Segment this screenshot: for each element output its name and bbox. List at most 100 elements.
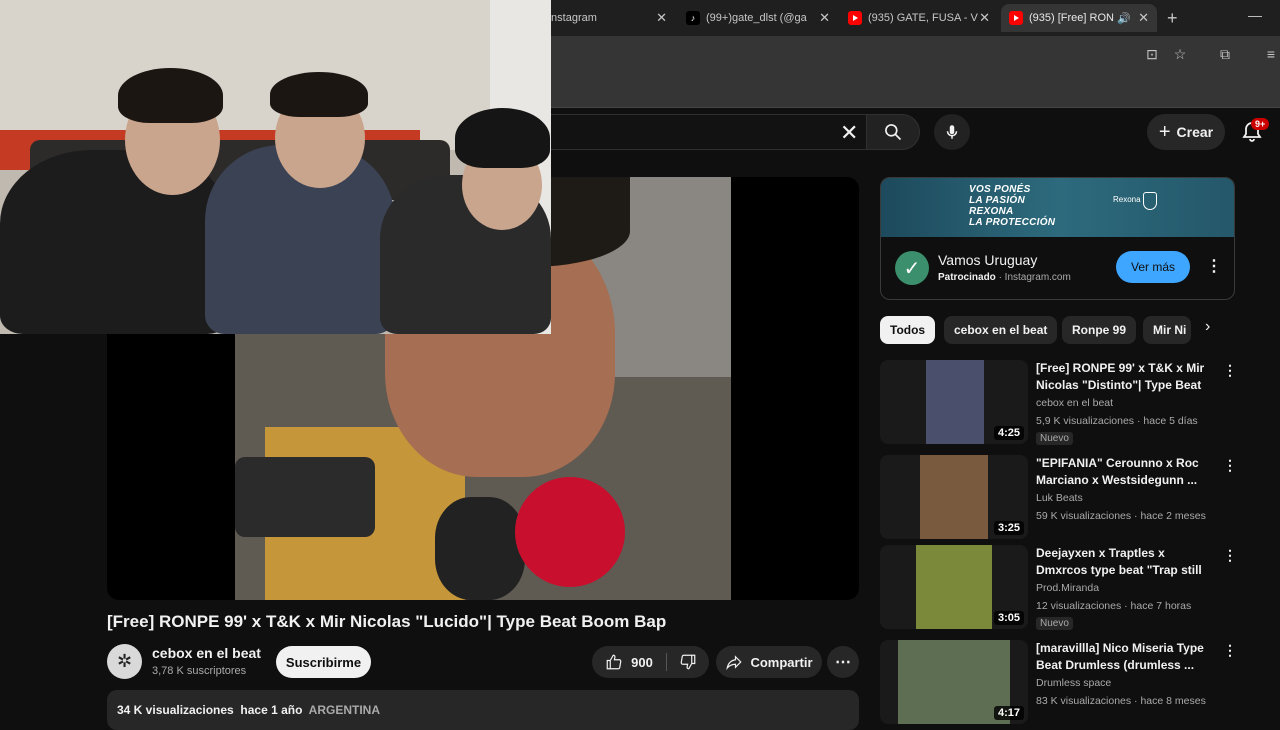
tab-label: (935) [Free] RON	[1029, 12, 1114, 24]
chip-mir-nicolas[interactable]: Mir Ni	[1143, 316, 1191, 344]
list-item[interactable]: 3:05 Deejayxen x Traptles x Dmxrcos type…	[880, 545, 1237, 633]
video-thumbnail[interactable]: 4:25	[880, 360, 1028, 444]
more-actions-button[interactable]: ⋯	[827, 646, 859, 678]
duration-badge: 3:25	[993, 521, 1024, 535]
sponsored-label: Patrocinado	[938, 272, 996, 283]
reading-list-icon[interactable]: ≡	[1262, 46, 1280, 64]
subscribe-button[interactable]: Suscribirme	[276, 646, 371, 678]
ad-sponsor-line: Patrocinado · Instagram.com	[938, 272, 1071, 283]
ad-banner-line: REXONA	[969, 206, 1014, 217]
clear-search-icon[interactable]: ✕	[840, 120, 858, 146]
chip-todos[interactable]: Todos	[880, 316, 936, 344]
new-badge: Nuevo	[1036, 617, 1073, 630]
channel-name[interactable]: Drumless space	[1036, 677, 1111, 689]
chevron-right-icon[interactable]: ›	[1205, 318, 1210, 336]
like-count: 900	[631, 654, 653, 670]
kebab-menu-icon[interactable]: ⋮	[1206, 256, 1222, 276]
list-item[interactable]: 4:17 [maravillla] Nico Miseria Type Beat…	[880, 640, 1237, 728]
list-item[interactable]: 4:25 [Free] RONPE 99' x T&K x Mir Nicola…	[880, 360, 1237, 448]
duration-badge: 4:25	[993, 426, 1024, 440]
new-tab-button[interactable]: +	[1167, 8, 1178, 29]
video-title[interactable]: [maravillla] Nico Miseria Type Beat Drum…	[1036, 640, 1212, 674]
close-icon[interactable]: ✕	[979, 10, 990, 26]
extensions-icon[interactable]: ⧉	[1216, 46, 1234, 64]
search-button[interactable]	[866, 114, 920, 150]
video-thumbnail[interactable]: 3:05	[880, 545, 1028, 629]
ad-banner: VOS PONÉS LA PASIÓN REXONA LA PROTECCIÓN…	[881, 178, 1234, 237]
kebab-menu-icon[interactable]: ⋮	[1223, 362, 1237, 379]
close-icon[interactable]: ✕	[1138, 10, 1149, 26]
close-icon[interactable]: ✕	[656, 10, 667, 26]
upload-age: hace 1 año	[240, 703, 303, 717]
search-input[interactable]	[540, 114, 868, 150]
create-button[interactable]: + Crear	[1147, 114, 1225, 150]
ad-title: Vamos Uruguay	[938, 252, 1038, 268]
install-icon[interactable]: ⊡	[1143, 46, 1161, 64]
youtube-icon	[1009, 11, 1023, 25]
tab-label: Instagram	[548, 12, 597, 24]
close-icon[interactable]: ✕	[819, 10, 830, 26]
video-meta: 5,9 K visualizaciones · hace 5 días	[1036, 415, 1198, 427]
new-badge: Nuevo	[1036, 432, 1073, 445]
like-dislike-group: 900	[592, 646, 709, 678]
channel-name[interactable]: Prod.Miranda	[1036, 582, 1099, 594]
search-icon	[885, 124, 902, 141]
kebab-menu-icon[interactable]: ⋮	[1223, 457, 1237, 474]
location-tag[interactable]: ARGENTINA	[309, 703, 380, 717]
view-count: 34 K visualizaciones	[117, 703, 234, 717]
description-box[interactable]: 34 K visualizaciones hace 1 año ARGENTIN…	[107, 690, 859, 730]
microphone-icon	[946, 125, 958, 139]
tab-label: (99+)gate_dlst (@ga	[706, 12, 807, 24]
video-title[interactable]: "EPIFANIA" Cerounno x Roc Marciano x Wes…	[1036, 455, 1212, 489]
kebab-menu-icon[interactable]: ⋮	[1223, 547, 1237, 564]
video-title[interactable]: [Free] RONPE 99' x T&K x Mir Nicolas "Di…	[1036, 360, 1212, 394]
video-thumbnail[interactable]: 4:17	[880, 640, 1028, 724]
like-button[interactable]: 900	[592, 646, 666, 678]
share-button[interactable]: Compartir	[716, 646, 822, 678]
channel-name[interactable]: cebox en el beat	[1036, 397, 1113, 409]
video-thumbnail[interactable]: 3:25	[880, 455, 1028, 539]
duration-badge: 3:05	[993, 611, 1024, 625]
notifications-badge: 9+	[1251, 118, 1270, 130]
share-icon	[726, 655, 743, 671]
sponsored-ad-card[interactable]: VOS PONÉS LA PASIÓN REXONA LA PROTECCIÓN…	[880, 177, 1235, 300]
channel-name[interactable]: Luk Beats	[1036, 492, 1083, 504]
kebab-menu-icon[interactable]: ⋮	[1223, 642, 1237, 659]
divider	[666, 653, 667, 671]
video-title[interactable]: Deejayxen x Traptles x Dmxrcos type beat…	[1036, 545, 1212, 579]
video-meta: 59 K visualizaciones · hace 2 meses	[1036, 510, 1206, 522]
ad-banner-line: LA PROTECCIÓN	[969, 217, 1056, 228]
ad-brand-logo: Rexona	[1113, 195, 1141, 204]
thumbs-down-icon	[680, 654, 696, 670]
tab-instagram[interactable]: Instagram ✕	[540, 4, 675, 32]
dislike-button[interactable]	[668, 646, 708, 678]
plus-icon: +	[1158, 120, 1171, 143]
video-meta: 83 K visualizaciones · hace 8 meses	[1036, 695, 1206, 707]
ad-banner-line: VOS PONÉS	[969, 184, 1031, 195]
video-title: [Free] RONPE 99' x T&K x Mir Nicolas "Lu…	[107, 612, 667, 631]
tab-tiktok[interactable]: ♪ (99+)gate_dlst (@ga ✕	[678, 4, 838, 32]
ad-cta-button[interactable]: Ver más	[1116, 251, 1190, 283]
minimize-button[interactable]: —	[1248, 7, 1262, 23]
tab-label: (935) GATE, FUSA - V	[868, 12, 978, 24]
tab-youtube-gate[interactable]: (935) GATE, FUSA - V ✕	[840, 4, 998, 32]
duration-badge: 4:17	[993, 706, 1024, 720]
share-label: Compartir	[750, 654, 813, 670]
voice-search-button[interactable]	[934, 114, 970, 150]
chip-cebox[interactable]: cebox en el beat	[944, 316, 1058, 344]
ad-domain: · Instagram.com	[995, 272, 1071, 283]
subscriber-count: 3,78 K suscriptores	[152, 665, 247, 677]
create-label: Crear	[1176, 124, 1214, 140]
chip-ronpe[interactable]: Ronpe 99	[1062, 316, 1137, 344]
channel-name[interactable]: cebox en el beat	[152, 645, 261, 661]
video-meta: 12 visualizaciones · hace 7 horas	[1036, 600, 1192, 612]
thumbs-up-icon	[606, 654, 622, 670]
channel-avatar[interactable]: ✲	[107, 644, 142, 679]
tiktok-icon: ♪	[686, 11, 700, 25]
speaker-icon[interactable]: 🔊	[1117, 12, 1131, 25]
youtube-icon	[848, 11, 862, 25]
crest-icon	[1143, 192, 1157, 210]
bookmark-star-icon[interactable]: ☆	[1171, 46, 1189, 64]
tab-youtube-active[interactable]: (935) [Free] RON 🔊 ✕	[1001, 4, 1157, 32]
list-item[interactable]: 3:25 "EPIFANIA" Cerounno x Roc Marciano …	[880, 455, 1237, 543]
